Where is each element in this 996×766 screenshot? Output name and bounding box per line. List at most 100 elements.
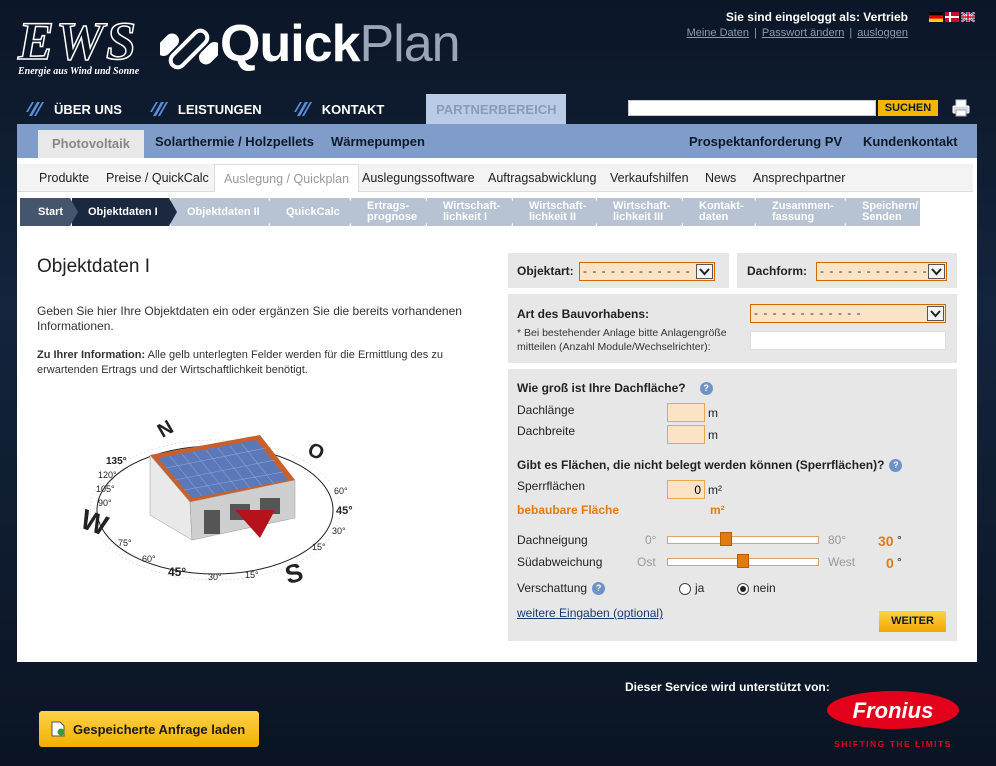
subnav-waermepumpen[interactable]: Wärmepumpen [331, 124, 425, 158]
stripes-icon [149, 102, 168, 116]
subnav-prospektanforderung[interactable]: Prospektanforderung PV [689, 124, 842, 158]
compass-deg: 135° [106, 456, 127, 467]
fronius-wordmark: Fronius [853, 698, 934, 723]
bauvorhaben-value: - - - - - - - - - - - - [754, 306, 862, 320]
search-input[interactable] [628, 100, 876, 116]
dachneigung-value: 30 [878, 533, 894, 549]
step-label: Zusammen-fassung [772, 201, 834, 223]
step-bar: Start Objektdaten I Objektdaten II Quick… [20, 198, 922, 226]
help-icon[interactable]: ? [889, 459, 903, 473]
l3-verkaufshilfen[interactable]: Verkaufshilfen [610, 164, 689, 192]
verschattung-label-text: Verschattung [517, 581, 588, 595]
step-objektdaten-2[interactable]: Objektdaten II [171, 198, 276, 226]
dachform-select[interactable]: - - - - - - - - - - - - [816, 262, 947, 281]
print-icon[interactable] [952, 99, 970, 117]
subnav-photovoltaik[interactable]: Photovoltaik [38, 130, 145, 158]
flag-uk-icon[interactable] [961, 12, 975, 22]
dachbreite-label: Dachbreite [517, 424, 576, 438]
subnav-kundenkontakt[interactable]: Kundenkontakt [863, 124, 958, 158]
step-objektdaten-1[interactable]: Objektdaten I [72, 198, 177, 226]
sub-nav: Photovoltaik Solarthermie / Holzpellets … [17, 124, 977, 158]
verschattung-ja[interactable]: ja [679, 581, 704, 595]
quickplan-logo[interactable]: QuickPlan [160, 14, 461, 80]
step-label: Objektdaten II [187, 205, 260, 218]
suedabweichung-label: Südabweichung [517, 555, 603, 569]
bauvorhaben-label: Art des Bauvorhabens: [517, 307, 650, 321]
bauvorhaben-select[interactable]: - - - - - - - - - - - - [750, 304, 946, 323]
step-label: Wirtschaft-lichkeit II [529, 201, 586, 223]
weitere-eingaben-link[interactable]: weitere Eingaben (optional) [517, 606, 663, 620]
dachlaenge-input[interactable] [667, 403, 705, 422]
dachneigung-slider-thumb[interactable] [719, 532, 732, 546]
fronius-logo[interactable]: Fronius SHIFTING THE LIMITS [826, 690, 960, 749]
compass-deg: 105° [96, 484, 115, 494]
support-text: Dieser Service wird unterstützt von: [625, 680, 830, 694]
logout-link[interactable]: ausloggen [857, 27, 908, 39]
nav-kontakt[interactable]: KONTAKT [280, 94, 403, 124]
step-label: Objektdaten I [88, 205, 158, 218]
dachlaenge-label: Dachlänge [517, 403, 575, 417]
ews-logo[interactable]: EWS Energie aus Wind und Sonne [17, 13, 158, 80]
help-icon[interactable]: ? [699, 382, 713, 396]
load-button-label: Gespeicherte Anfrage laden [73, 721, 246, 737]
l3-preise[interactable]: Preise / QuickCalc [106, 164, 209, 192]
third-nav: Produkte Preise / QuickCalc Auslegung / … [17, 164, 973, 192]
step-speichern[interactable]: Speichern/Senden [846, 198, 920, 226]
anlagengroesse-input[interactable] [750, 331, 946, 350]
weiter-button[interactable]: WEITER [879, 611, 946, 632]
l3-auftragsabwicklung[interactable]: Auftragsabwicklung [488, 164, 596, 192]
compass-o: O [304, 439, 327, 466]
l3-auslegungssoftware[interactable]: Auslegungssoftware [362, 164, 475, 192]
objektart-value: - - - - - - - - - - - - [583, 264, 691, 278]
my-data-link[interactable]: Meine Daten [687, 27, 749, 39]
step-label: Ertrags-prognose [367, 201, 417, 223]
step-wirtschaftlichkeit-2[interactable]: Wirtschaft-lichkeit II [513, 198, 603, 226]
compass-deg: 15° [245, 570, 259, 580]
info-bold: Zu Ihrer Information: [37, 349, 146, 361]
l3-ansprechpartner[interactable]: Ansprechpartner [753, 164, 845, 192]
step-quickcalc[interactable]: QuickCalc [270, 198, 357, 226]
step-kontaktdaten[interactable]: Kontakt-daten [683, 198, 762, 226]
dachbreite-input[interactable] [667, 425, 705, 444]
step-label: Speichern/Senden [862, 201, 918, 223]
nav-leistungen[interactable]: LEISTUNGEN [140, 94, 280, 124]
step-wirtschaftlichkeit-1[interactable]: Wirtschaft-lichkeit I [427, 198, 519, 226]
sperrflaechen-input[interactable] [667, 480, 705, 499]
search-button[interactable]: SUCHEN [878, 100, 938, 116]
quickplan-logo-icon [160, 28, 218, 70]
help-icon[interactable]: ? [592, 582, 606, 596]
flag-de-icon[interactable] [929, 12, 943, 22]
load-saved-request-button[interactable]: Gespeicherte Anfrage laden [39, 711, 259, 747]
change-password-link[interactable]: Passwort ändern [762, 27, 845, 39]
step-start[interactable]: Start [20, 198, 78, 226]
compass-deg: 60° [334, 486, 348, 496]
step-label-line2: fassung [772, 211, 815, 223]
verschattung-nein[interactable]: nein [737, 581, 776, 595]
step-zusammenfassung[interactable]: Zusammen-fassung [756, 198, 852, 226]
sperrflaechen-unit: m² [708, 483, 722, 497]
nav-ueber-uns[interactable]: ÜBER UNS [0, 94, 140, 124]
l3-produkte[interactable]: Produkte [39, 164, 89, 192]
radio-ja[interactable] [679, 582, 691, 595]
flag-dk-icon[interactable] [945, 12, 959, 22]
suedabweichung-slider[interactable] [667, 554, 819, 568]
login-status: Sie sind eingeloggt als: Vertrieb [726, 10, 908, 24]
stripes-icon [293, 102, 312, 116]
objektart-select[interactable]: - - - - - - - - - - - - [579, 262, 715, 281]
dachneigung-slider[interactable] [667, 532, 819, 546]
objektart-label: Objektart: [517, 264, 574, 278]
l3-auslegung[interactable]: Auslegung / Quickplan [214, 164, 360, 192]
subnav-solarthermie[interactable]: Solarthermie / Holzpellets [155, 124, 314, 158]
nav-partnerbereich[interactable]: PARTNERBEREICH [426, 94, 567, 124]
compass-deg: 120° [98, 470, 117, 480]
radio-ja-label: ja [695, 581, 705, 595]
chevron-down-icon [927, 306, 944, 321]
dachneigung-label: Dachneigung [517, 533, 588, 547]
radio-nein[interactable] [737, 582, 749, 595]
stripes-icon [26, 102, 44, 116]
sperrflaechen-question: Gibt es Flächen, die nicht belegt werden… [517, 458, 903, 473]
suedabweichung-slider-thumb[interactable] [737, 554, 749, 568]
step-wirtschaftlichkeit-3[interactable]: Wirtschaft-lichkeit III [597, 198, 689, 226]
step-ertragsprognose[interactable]: Ertrags-prognose [351, 198, 433, 226]
l3-news[interactable]: News [705, 164, 736, 192]
